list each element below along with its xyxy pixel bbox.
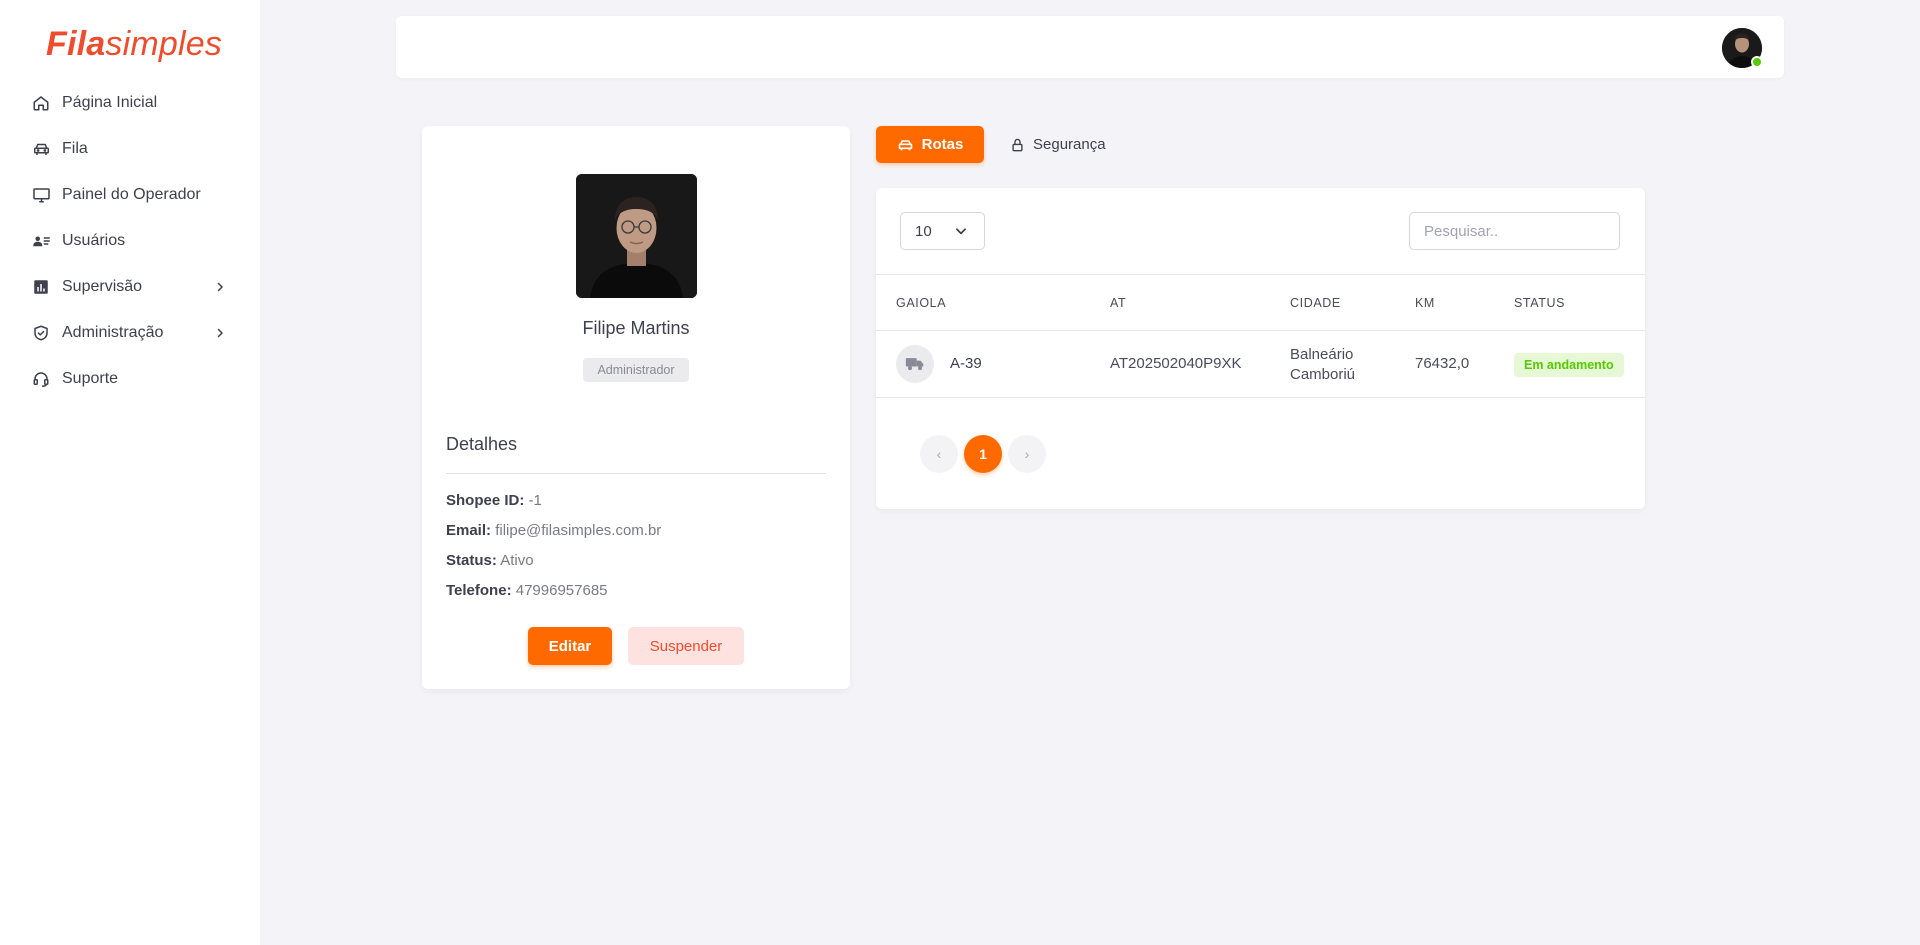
profile-card: Filipe Martins Administrador Detalhes Sh… [422, 126, 850, 689]
column-header-km[interactable]: KM [1415, 296, 1435, 310]
car-icon [897, 137, 914, 153]
online-status-dot [1751, 56, 1763, 68]
column-header-at[interactable]: AT [1110, 296, 1126, 310]
detail-status: Status: Ativo [446, 552, 534, 569]
cell-cidade-line2: Camboriú [1290, 366, 1356, 383]
divider [876, 274, 1645, 275]
pagination-prev-button[interactable]: ‹ [920, 435, 958, 473]
brand-part1: Fila [46, 25, 106, 63]
chevron-down-icon [954, 224, 968, 242]
suspend-button[interactable]: Suspender [628, 627, 744, 665]
home-icon [31, 93, 51, 113]
page-size-select[interactable]: 10 [900, 212, 985, 250]
tab-label: Rotas [921, 136, 964, 153]
status-badge: Em andamento [1514, 353, 1624, 377]
sidebar-nav: Página Inicial Fila Painel do Operador U… [0, 80, 260, 402]
headset-icon [31, 369, 51, 389]
sidebar-item-label: Supervisão [62, 278, 143, 295]
chevron-right-icon [212, 325, 228, 341]
detail-value: -1 [528, 492, 542, 509]
shield-icon [31, 323, 51, 343]
details-title: Detalhes [446, 434, 518, 454]
sidebar: Filasimples Página Inicial Fila Painel d… [0, 0, 260, 945]
detail-email: Email: filipe@filasimples.com.br [446, 522, 661, 539]
sidebar-item-label: Painel do Operador [62, 186, 201, 203]
pagination-next-button[interactable]: › [1008, 435, 1046, 473]
users-icon [31, 231, 51, 251]
tab-label: Segurança [1033, 136, 1106, 153]
brand-logo[interactable]: Filasimples [46, 24, 222, 64]
detail-telefone: Telefone: 47996957685 [446, 582, 608, 599]
sidebar-item-administracao[interactable]: Administração [0, 310, 260, 356]
cell-km: 76432,0 [1415, 355, 1470, 372]
sidebar-item-label: Fila [62, 140, 88, 157]
sidebar-item-fila[interactable]: Fila [0, 126, 260, 172]
lock-icon [1010, 137, 1025, 153]
sidebar-item-pagina-inicial[interactable]: Página Inicial [0, 80, 260, 126]
pagination-page-button[interactable]: 1 [964, 435, 1002, 473]
sidebar-item-usuarios[interactable]: Usuários [0, 218, 260, 264]
detail-key: Shopee ID: [446, 492, 525, 509]
car-icon [31, 139, 51, 159]
sidebar-item-label: Suporte [62, 370, 119, 387]
divider [876, 397, 1645, 398]
sidebar-item-label: Página Inicial [62, 94, 158, 111]
edit-button[interactable]: Editar [528, 627, 612, 665]
chart-icon [31, 277, 51, 297]
profile-photo [576, 174, 697, 298]
chevron-right-icon [212, 279, 228, 295]
detail-value: 47996957685 [515, 582, 608, 599]
cell-cidade-line1: Balneário [1290, 346, 1354, 363]
tab-seguranca[interactable]: Segurança [1000, 126, 1116, 163]
sidebar-item-supervisao[interactable]: Supervisão [0, 264, 260, 310]
column-header-gaiola[interactable]: GAIOLA [896, 296, 946, 310]
detail-shopee-id: Shopee ID: -1 [446, 492, 542, 509]
cell-at: AT202502040P9XK [1110, 355, 1242, 372]
brand-part2: simples [105, 25, 223, 63]
divider [446, 473, 826, 474]
table-row[interactable]: A-39 AT202502040P9XK Balneário Camboriú … [876, 331, 1645, 397]
detail-key: Email: [446, 522, 492, 539]
sidebar-item-painel-operador[interactable]: Painel do Operador [0, 172, 260, 218]
page-size-value: 10 [915, 222, 932, 240]
sidebar-item-suporte[interactable]: Suporte [0, 356, 260, 402]
monitor-icon [31, 185, 51, 205]
detail-key: Telefone: [446, 582, 512, 599]
column-header-status[interactable]: STATUS [1514, 296, 1565, 310]
cell-gaiola: A-39 [950, 355, 982, 372]
detail-value: filipe@filasimples.com.br [495, 522, 662, 539]
tab-rotas[interactable]: Rotas [876, 126, 984, 163]
search-input[interactable] [1409, 212, 1620, 250]
role-badge: Administrador [583, 358, 689, 382]
profile-name: Filipe Martins [582, 318, 690, 338]
column-header-cidade[interactable]: CIDADE [1290, 296, 1341, 310]
sidebar-item-label: Usuários [62, 232, 126, 249]
detail-key: Status: [446, 552, 497, 569]
user-avatar[interactable] [1722, 28, 1763, 68]
detail-value: Ativo [500, 552, 534, 569]
top-bar [396, 16, 1784, 78]
sidebar-item-label: Administração [62, 324, 164, 341]
cell-cidade: Balneário Camboriú [1290, 345, 1355, 385]
truck-icon [896, 345, 934, 383]
routes-table-card: 10 GAIOLA AT CIDADE KM STATUS A-39 AT202… [876, 188, 1645, 509]
